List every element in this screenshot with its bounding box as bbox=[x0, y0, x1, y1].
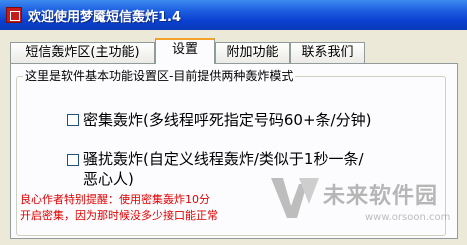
watermark: 未来软件园 www.orsoon.com bbox=[265, 172, 465, 232]
warning-line-1: 良心作者特别提醒：使用密集轰炸10分 bbox=[20, 193, 210, 206]
watermark-url: www.orsoon.com bbox=[365, 212, 451, 223]
dense-bomb-label[interactable]: 密集轰炸(多线程呼死指定号码60+条/分钟) bbox=[83, 110, 371, 130]
harass-bomb-label-line1: 骚扰轰炸(自定义线程轰炸/类似于1秒一条/ bbox=[83, 150, 364, 168]
app-icon bbox=[6, 7, 22, 23]
tab-settings[interactable]: 设置 bbox=[155, 38, 215, 64]
window-title: 欢迎使用梦魇短信轰炸1.4 bbox=[28, 10, 182, 25]
tab-contact-us[interactable]: 联系我们 bbox=[290, 42, 365, 63]
harass-bomb-checkbox[interactable] bbox=[67, 154, 79, 166]
app-window: 欢迎使用梦魇短信轰炸1.4 短信轰炸区(主功能) 设置 附加功能 联系我们 这里… bbox=[0, 0, 467, 245]
watermark-logo-icon bbox=[271, 178, 319, 218]
tab-extra-features[interactable]: 附加功能 bbox=[215, 42, 290, 63]
title-bar[interactable]: 欢迎使用梦魇短信轰炸1.4 bbox=[0, 0, 467, 30]
author-warning: 良心作者特别提醒：使用密集轰炸10分 开启密集，因为那时候没多少接口能正常 bbox=[20, 192, 218, 224]
groupbox-title: 这里是软件基本功能设置区-目前提供两种轰炸模式 bbox=[23, 67, 296, 84]
watermark-text: 未来软件园 bbox=[323, 184, 439, 209]
warning-line-2: 开启密集，因为那时候没多少接口能正常 bbox=[20, 209, 218, 222]
dense-bomb-checkbox[interactable] bbox=[67, 114, 79, 126]
tab-sms-bomb[interactable]: 短信轰炸区(主功能) bbox=[10, 42, 155, 63]
